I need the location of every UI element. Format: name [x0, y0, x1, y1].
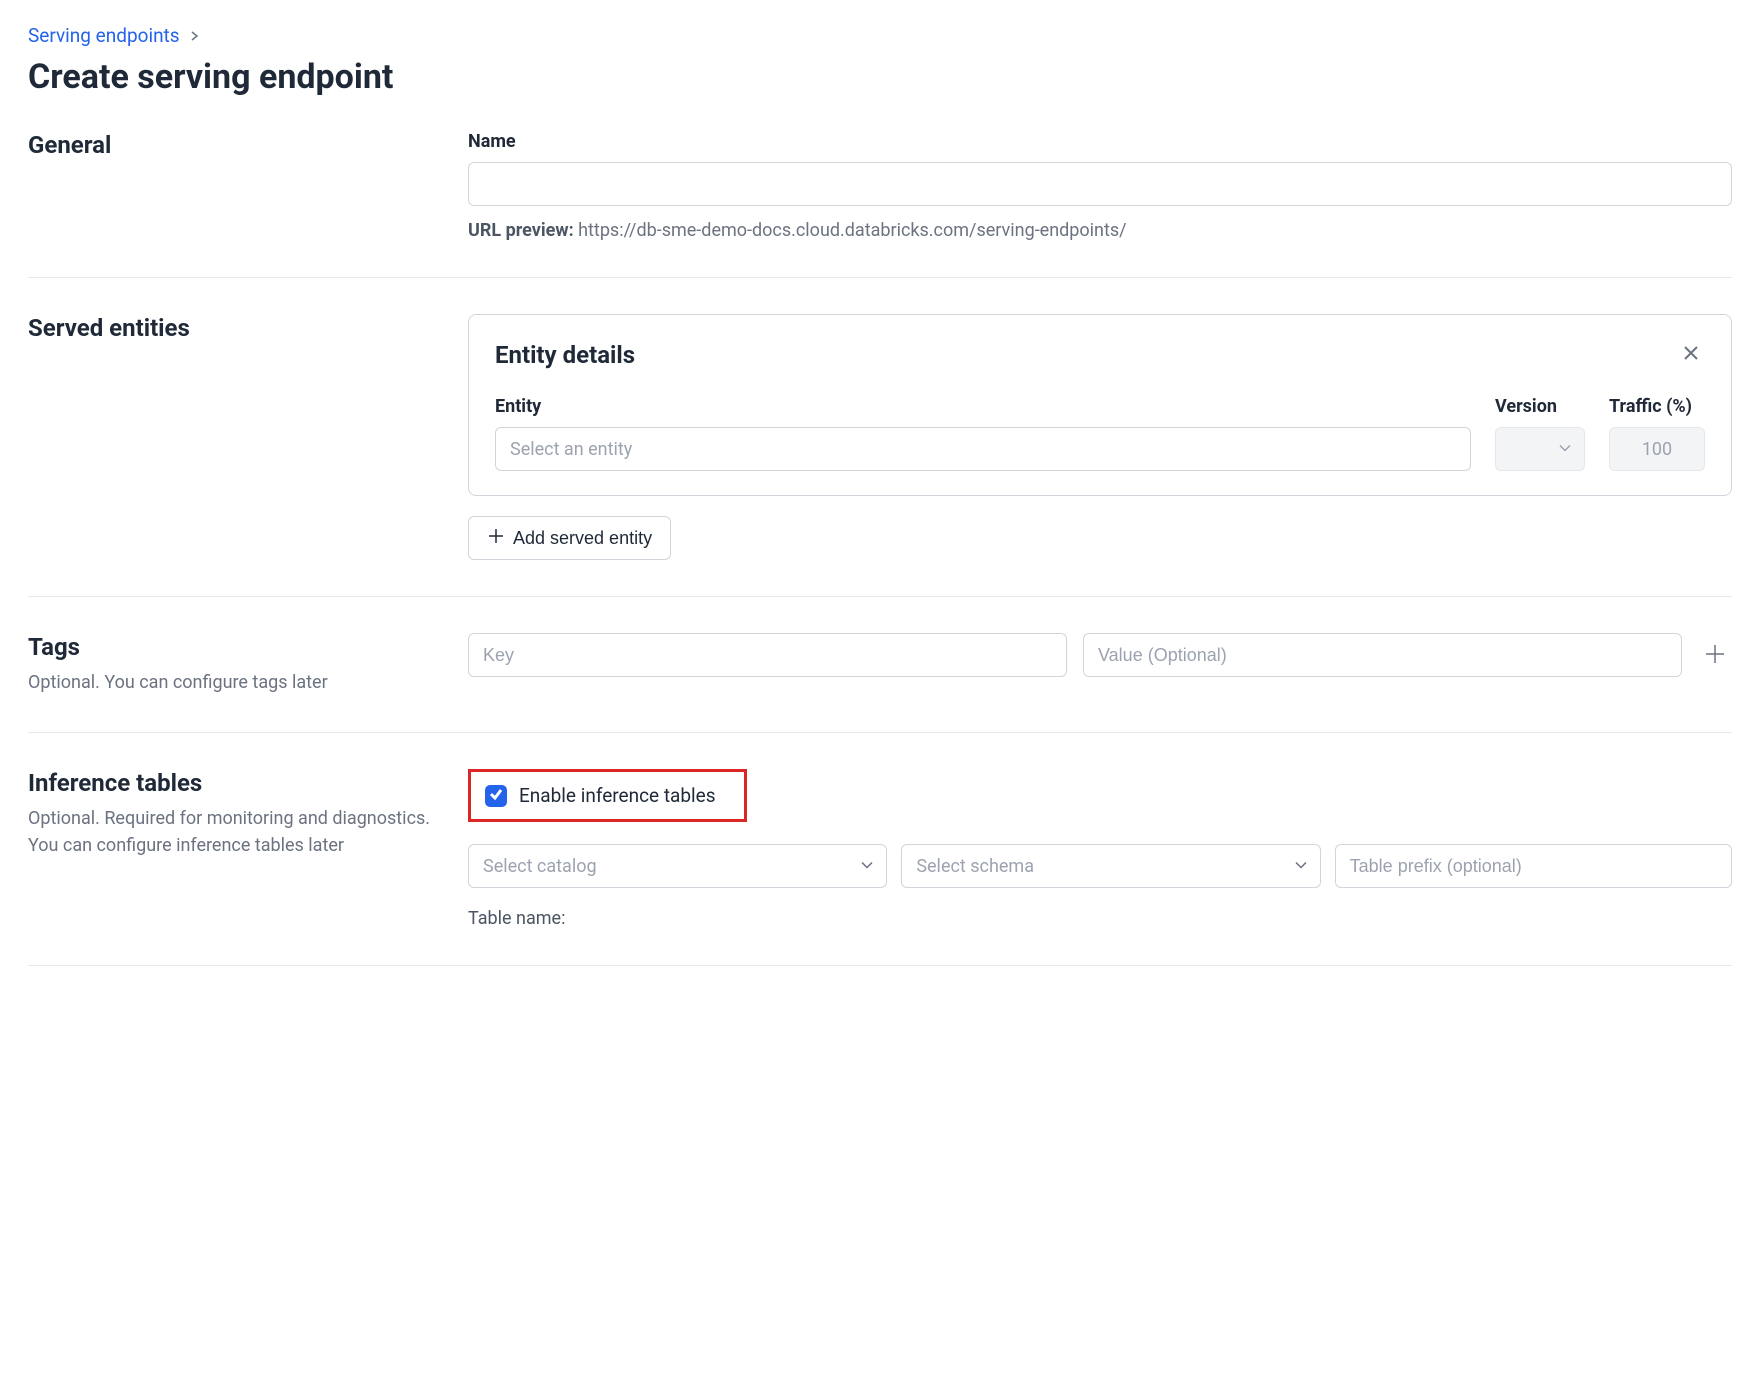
table-prefix-input[interactable]	[1335, 844, 1732, 888]
section-subtitle-tags: Optional. You can configure tags later	[28, 669, 444, 696]
version-select[interactable]	[1495, 427, 1585, 471]
add-served-entity-button[interactable]: Add served entity	[468, 516, 671, 560]
enable-inference-tables-checkbox[interactable]	[485, 785, 507, 807]
version-label: Version	[1495, 396, 1585, 417]
add-served-entity-label: Add served entity	[513, 528, 652, 549]
plus-icon	[1704, 643, 1726, 668]
entity-details-card: Entity details Entity Select an entity V…	[468, 314, 1732, 496]
chevron-down-icon	[1294, 856, 1308, 877]
enable-inference-tables-highlight: Enable inference tables	[468, 769, 747, 822]
entity-label: Entity	[495, 396, 1471, 417]
section-inference-tables: Inference tables Optional. Required for …	[28, 769, 1732, 966]
section-title-general: General	[28, 131, 444, 159]
breadcrumb: Serving endpoints	[28, 24, 1732, 47]
schema-select[interactable]: Select schema	[901, 844, 1320, 888]
tag-key-input[interactable]	[468, 633, 1067, 677]
chevron-right-icon	[190, 26, 200, 45]
entity-details-title: Entity details	[495, 341, 635, 369]
section-served-entities: Served entities Entity details Entity Se…	[28, 314, 1732, 597]
section-title-inference-tables: Inference tables	[28, 769, 444, 797]
plus-icon	[487, 527, 505, 550]
section-title-served-entities: Served entities	[28, 314, 444, 342]
url-preview-value: https://db-sme-demo-docs.cloud.databrick…	[578, 220, 1126, 241]
section-general: General Name URL preview: https://db-sme…	[28, 131, 1732, 278]
tag-value-input[interactable]	[1083, 633, 1682, 677]
enable-inference-tables-label: Enable inference tables	[519, 784, 716, 807]
url-preview: URL preview: https://db-sme-demo-docs.cl…	[468, 220, 1732, 241]
check-icon	[489, 786, 503, 805]
name-input[interactable]	[468, 162, 1732, 206]
add-tag-button[interactable]	[1698, 637, 1732, 674]
close-icon	[1681, 343, 1701, 366]
page-title: Create serving endpoint	[28, 57, 1732, 97]
table-name-label: Table name:	[468, 908, 1732, 929]
traffic-value: 100	[1609, 427, 1705, 471]
section-subtitle-inference-tables: Optional. Required for monitoring and di…	[28, 805, 444, 859]
close-entity-button[interactable]	[1677, 339, 1705, 370]
catalog-select[interactable]: Select catalog	[468, 844, 887, 888]
section-title-tags: Tags	[28, 633, 444, 661]
catalog-select-placeholder: Select catalog	[483, 856, 597, 877]
schema-select-placeholder: Select schema	[916, 856, 1034, 877]
breadcrumb-link-serving-endpoints[interactable]: Serving endpoints	[28, 24, 180, 47]
entity-select-placeholder: Select an entity	[510, 439, 632, 460]
name-label: Name	[468, 131, 1732, 152]
section-tags: Tags Optional. You can configure tags la…	[28, 633, 1732, 733]
chevron-down-icon	[1558, 439, 1572, 460]
url-preview-label: URL preview:	[468, 220, 574, 241]
entity-select[interactable]: Select an entity	[495, 427, 1471, 471]
traffic-label: Traffic (%)	[1609, 396, 1705, 417]
chevron-down-icon	[860, 856, 874, 877]
